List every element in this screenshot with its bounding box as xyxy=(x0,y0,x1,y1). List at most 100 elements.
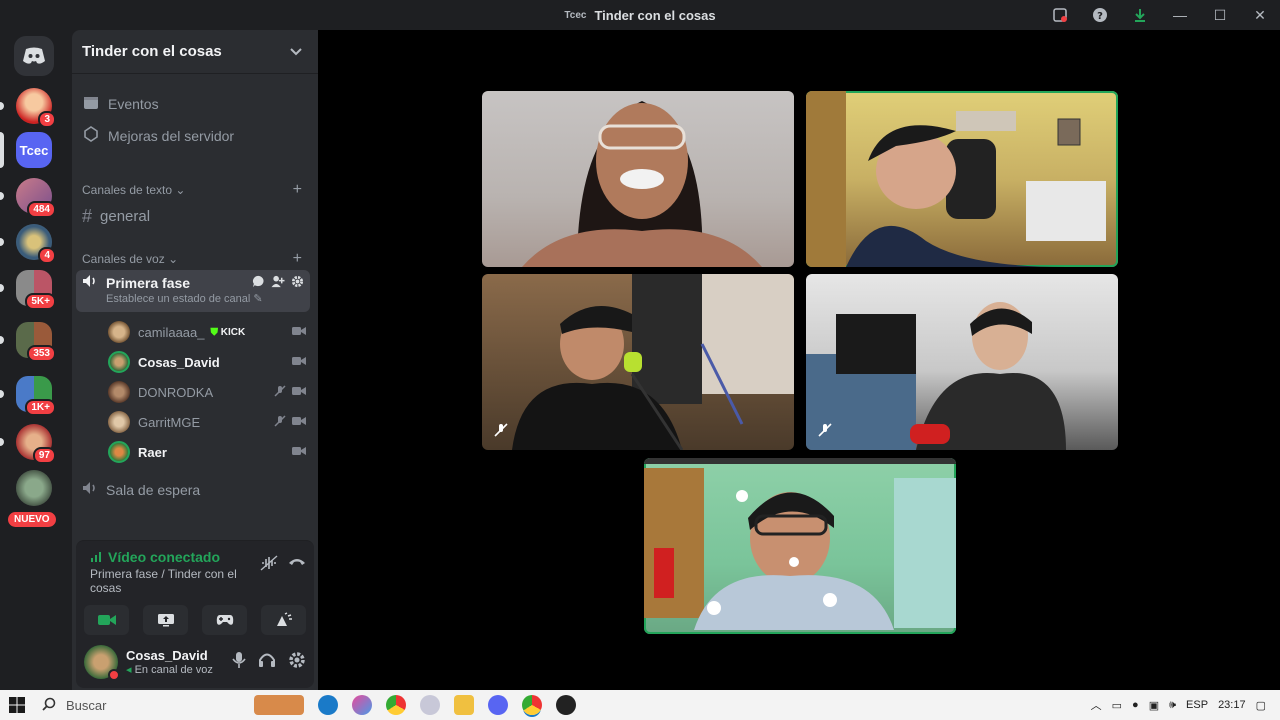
voice-member[interactable]: GarritMGE xyxy=(108,409,306,435)
help-icon[interactable]: ? xyxy=(1080,0,1120,30)
language-indicator[interactable]: ESP xyxy=(1186,699,1208,711)
windows-icon xyxy=(9,697,25,713)
mic-muted-icon xyxy=(818,423,832,440)
channel-name: general xyxy=(100,208,151,225)
voice-member[interactable]: DONRODKA xyxy=(108,379,306,405)
mention-badge: 4 xyxy=(38,247,56,264)
disconnect-icon[interactable] xyxy=(288,555,306,574)
add-channel-icon[interactable]: + xyxy=(293,250,302,268)
member-name: camilaaaa_ xyxy=(138,324,205,340)
network-icon[interactable]: ▣ xyxy=(1149,699,1159,712)
invite-icon[interactable] xyxy=(271,275,285,291)
minimize-button[interactable]: — xyxy=(1160,0,1200,30)
user-info[interactable]: Cosas_David ◂ En canal de voz xyxy=(84,645,213,681)
edge-icon[interactable] xyxy=(318,695,338,715)
microphone-icon[interactable]: ● xyxy=(1132,699,1139,711)
activities-button[interactable] xyxy=(202,605,247,635)
category-label: Canales de texto xyxy=(82,183,173,197)
chevron-down-icon: ⌄ xyxy=(175,183,186,197)
close-button[interactable]: ✕ xyxy=(1240,0,1280,30)
app-icon[interactable] xyxy=(420,695,440,715)
gear-icon[interactable] xyxy=(288,651,306,673)
notification-icon[interactable]: ▢ xyxy=(1256,699,1266,712)
start-button[interactable] xyxy=(0,690,34,720)
soundboard-icon xyxy=(276,612,292,626)
server-icon[interactable]: 4 xyxy=(0,224,56,264)
volume-icon[interactable]: 🕪 xyxy=(1169,699,1176,712)
search-placeholder: Buscar xyxy=(66,697,107,713)
video-tile[interactable] xyxy=(482,91,794,267)
server-folder-icon[interactable]: 1K+ xyxy=(0,376,56,416)
app-icon[interactable] xyxy=(556,695,576,715)
voice-member[interactable]: camilaaaa_ ⛊ KICK xyxy=(108,319,306,345)
soundboard-button[interactable] xyxy=(261,605,306,635)
maximize-button[interactable]: ☐ xyxy=(1200,0,1240,30)
clock[interactable]: 23:17 xyxy=(1218,699,1246,711)
taskbar-search[interactable]: Buscar xyxy=(34,693,224,717)
server-icon[interactable]: 484 xyxy=(0,178,56,218)
camera-icon xyxy=(97,615,116,625)
calendar-icon xyxy=(82,94,100,113)
member-name: Cosas_David xyxy=(138,354,220,370)
mic-muted-icon xyxy=(274,414,286,430)
speaker-icon xyxy=(82,479,98,500)
discord-icon[interactable] xyxy=(488,695,508,715)
boost-icon xyxy=(82,126,100,145)
system-tray: ︿ ▭ ● ▣ 🕪 ESP 23:17 ▢ xyxy=(1091,690,1280,720)
app-icon: Tcec xyxy=(564,9,587,21)
discord-logo-icon xyxy=(23,47,45,64)
camera-icon xyxy=(292,385,306,400)
signal-icon[interactable] xyxy=(90,550,104,565)
voice-member[interactable]: Cosas_David xyxy=(108,349,306,375)
gear-icon[interactable] xyxy=(291,275,304,291)
add-channel-icon[interactable]: + xyxy=(293,181,302,199)
participant-video xyxy=(644,458,956,630)
server-icon[interactable]: 3 xyxy=(0,88,56,128)
server-header[interactable]: Tinder con el cosas xyxy=(72,30,318,74)
video-tile[interactable] xyxy=(806,274,1118,450)
server-icon-tcec[interactable]: Tcec xyxy=(0,132,52,168)
chrome-icon[interactable] xyxy=(522,695,542,715)
headphones-icon[interactable] xyxy=(258,651,276,673)
server-folder-icon[interactable]: 5K+ xyxy=(0,270,56,310)
chrome-icon[interactable] xyxy=(386,695,406,715)
chat-icon[interactable] xyxy=(252,275,265,291)
battery-icon[interactable]: ▭ xyxy=(1112,699,1122,712)
server-boosts-item[interactable]: Mejoras del servidor xyxy=(82,126,234,145)
connection-channel[interactable]: Primera fase / Tinder con el cosas xyxy=(90,567,260,595)
video-tile[interactable] xyxy=(806,91,1118,267)
server-icon[interactable] xyxy=(16,470,52,506)
server-icon[interactable]: 97 xyxy=(0,424,56,464)
events-item[interactable]: Eventos xyxy=(82,94,159,113)
window-title: Tinder con el cosas xyxy=(594,7,716,23)
voice-member[interactable]: Raer xyxy=(108,439,306,465)
video-tile[interactable] xyxy=(644,458,956,634)
channel-status: Establece un estado de canal xyxy=(106,293,251,305)
voice-channel-primera-fase[interactable]: Primera fase Establece un estado de cana… xyxy=(76,270,310,312)
file-explorer-icon[interactable] xyxy=(454,695,474,715)
widgets-icon[interactable] xyxy=(254,695,304,715)
video-tile[interactable] xyxy=(482,274,794,450)
noise-suppression-icon[interactable] xyxy=(260,555,278,574)
chevron-up-icon[interactable]: ︿ xyxy=(1091,697,1102,713)
mention-badge: 3 xyxy=(38,111,56,128)
microphone-icon[interactable] xyxy=(232,651,246,673)
channel-general[interactable]: # general xyxy=(82,206,150,227)
voice-channel-sala-de-espera[interactable]: Sala de espera xyxy=(82,479,200,500)
mention-badge: 5K+ xyxy=(25,293,56,310)
inbox-icon[interactable] xyxy=(1040,0,1080,30)
server-rail: 3 Tcec 484 4 5K+ 353 1K+ 97 NUEVO xyxy=(0,30,72,690)
copilot-icon[interactable] xyxy=(352,695,372,715)
screen-share-button[interactable] xyxy=(143,605,188,635)
discord-home-button[interactable] xyxy=(14,36,54,76)
server-folder-icon[interactable]: 353 xyxy=(0,322,56,362)
mention-badge: 97 xyxy=(32,447,56,464)
status-indicator xyxy=(108,669,120,681)
download-icon[interactable] xyxy=(1120,0,1160,30)
boosts-label: Mejoras del servidor xyxy=(108,127,235,144)
screen-share-icon xyxy=(157,614,174,627)
voice-channels-category[interactable]: Canales de voz ⌄ + xyxy=(82,250,302,268)
pencil-icon[interactable]: ✎ xyxy=(253,293,262,305)
camera-button[interactable] xyxy=(84,605,129,635)
text-channels-category[interactable]: Canales de texto ⌄ + xyxy=(82,181,302,199)
